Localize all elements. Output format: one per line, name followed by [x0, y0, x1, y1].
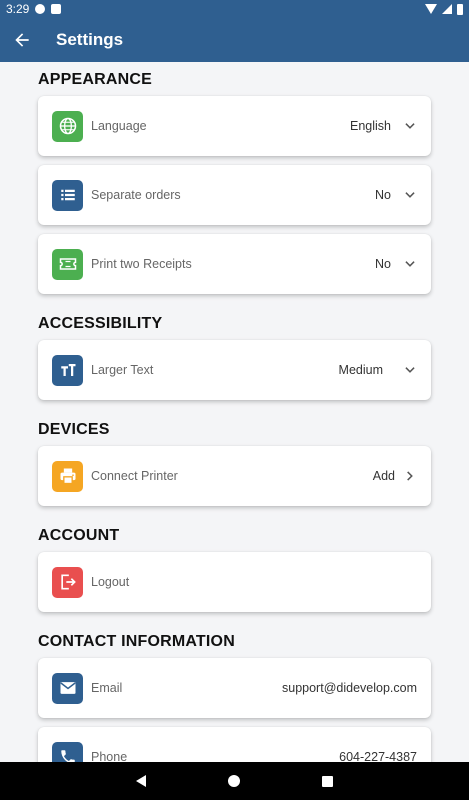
- logout-icon: [52, 566, 83, 598]
- print-two-receipts-value: No: [375, 257, 391, 271]
- connect-printer-value: Add: [372, 469, 395, 483]
- nav-home-button[interactable]: [228, 775, 240, 787]
- status-left: 3:29: [6, 2, 62, 16]
- notification-icon: [35, 4, 46, 14]
- section-title-account: ACCOUNT: [38, 527, 120, 544]
- signal-icon: [442, 4, 452, 14]
- status-time: 3:29: [6, 2, 30, 16]
- section-title-devices: DEVICES: [38, 421, 110, 438]
- language-label: Language: [91, 119, 147, 133]
- text-size-icon: [52, 354, 83, 386]
- separate-orders-label: Separate orders: [91, 188, 181, 202]
- connect-printer-setting[interactable]: Connect Printer Add: [38, 446, 431, 506]
- mail-icon: [52, 672, 83, 704]
- email-contact[interactable]: Email support@didevelop.com: [38, 658, 431, 718]
- system-navigation-bar: [0, 762, 469, 800]
- phone-contact[interactable]: Phone 604-227-4387: [38, 727, 431, 762]
- section-title-appearance: APPEARANCE: [38, 71, 153, 88]
- print-two-receipts-setting[interactable]: Print two Receipts No: [38, 234, 431, 294]
- phone-value: 604-227-4387: [339, 750, 417, 762]
- email-label: Email: [91, 681, 123, 695]
- separate-orders-setting[interactable]: Separate orders No: [38, 165, 431, 225]
- wifi-icon: [425, 4, 437, 14]
- chevron-down-icon: [403, 188, 417, 202]
- app-bar: Settings: [0, 18, 469, 62]
- chevron-down-icon: [403, 119, 417, 133]
- nav-back-button[interactable]: [136, 775, 146, 787]
- print-two-receipts-label: Print two Receipts: [91, 257, 192, 271]
- section-title-accessibility: ACCESSIBILITY: [38, 315, 163, 332]
- settings-list[interactable]: APPEARANCE Language English Separate ord…: [0, 62, 469, 762]
- larger-text-value: Medium: [338, 363, 383, 377]
- chevron-down-icon: [403, 363, 417, 377]
- status-right: [425, 3, 463, 15]
- printer-icon: [52, 460, 83, 492]
- larger-text-setting[interactable]: Larger Text Medium: [38, 340, 431, 400]
- battery-icon: [457, 3, 463, 15]
- ticket-icon: [52, 248, 83, 280]
- phone-icon: [52, 741, 83, 762]
- arrow-left-icon: [15, 33, 29, 47]
- language-value: English: [350, 119, 391, 133]
- separate-orders-value: No: [375, 188, 391, 202]
- sim-card-icon: [51, 4, 62, 14]
- logout-label: Logout: [91, 575, 130, 589]
- back-button[interactable]: [0, 18, 44, 62]
- connect-printer-label: Connect Printer: [91, 469, 178, 483]
- nav-recents-button[interactable]: [322, 775, 333, 787]
- chevron-right-icon: [403, 469, 417, 483]
- logout-setting[interactable]: Logout: [38, 552, 431, 612]
- chevron-down-icon: [403, 257, 417, 271]
- list-icon: [52, 179, 83, 211]
- section-title-contact: CONTACT INFORMATION: [38, 633, 235, 650]
- language-setting[interactable]: Language English: [38, 96, 431, 156]
- globe-icon: [52, 110, 83, 142]
- larger-text-label: Larger Text: [91, 363, 154, 377]
- status-bar: 3:29: [0, 0, 469, 18]
- page-title: Settings: [56, 30, 124, 49]
- phone-label: Phone: [91, 750, 128, 762]
- email-value: support@didevelop.com: [282, 681, 417, 695]
